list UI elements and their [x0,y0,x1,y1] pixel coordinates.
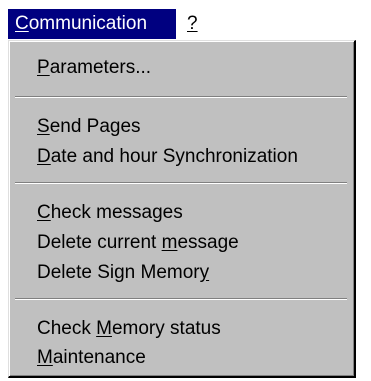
menu-item-check-messages[interactable]: Check messages [37,199,183,227]
menu-item-delete-sign-memory[interactable]: Delete Sign Memory [37,259,209,287]
menu-item-check-messages-accel: C [37,202,51,223]
menu-item-delete-current-message[interactable]: Delete current message [37,229,239,257]
menu-item-send-pages-rest: end Pages [49,116,141,137]
menu-separator [15,182,347,184]
menu-item-check-memory-status-rest: emory status [111,318,221,339]
menu-item-parameters[interactable]: Parameters... [37,54,151,82]
menu-item-delete-sign-memory-accel: y [199,262,210,283]
menu-item-parameters-rest: arameters... [49,57,152,78]
menu-separator [15,298,347,300]
menu-communication-accel: C [15,13,29,34]
menu-item-check-memory-status[interactable]: Check Memory status [37,315,221,343]
menu-communication[interactable]: Communication [8,9,176,39]
menu-item-check-messages-rest: heck messages [50,202,183,223]
menu-item-date-hour-sync-accel: D [37,146,51,167]
menu-item-check-memory-status-accel: M [96,318,112,339]
menu-item-delete-current-message-accel: m [161,232,178,253]
communication-dropdown-menu: Parameters... Send Pages Date and hour S… [8,40,356,378]
menu-help-label: ? [187,13,198,34]
menu-item-delete-current-message-prefix: Delete current [37,232,162,253]
menu-item-date-hour-sync[interactable]: Date and hour Synchronization [37,143,298,171]
menu-communication-rest: ommunication [28,13,148,34]
menu-separator [15,96,347,98]
menu-item-delete-sign-memory-prefix: Delete Sign Memor [37,262,200,283]
menu-item-delete-current-message-rest: essage [177,232,239,253]
menu-help[interactable]: ? [180,9,208,39]
menu-bar: Communication ? [0,0,371,42]
menu-item-check-memory-status-prefix: Check [37,318,97,339]
menu-item-maintenance[interactable]: Maintenance [37,344,146,372]
menu-item-send-pages-accel: S [37,116,50,137]
menu-item-parameters-accel: P [37,57,50,78]
menu-item-send-pages[interactable]: Send Pages [37,113,141,141]
menu-item-maintenance-accel: M [37,347,53,368]
menu-item-maintenance-rest: aintenance [52,347,146,368]
menu-item-date-hour-sync-rest: ate and hour Synchronization [50,146,298,167]
